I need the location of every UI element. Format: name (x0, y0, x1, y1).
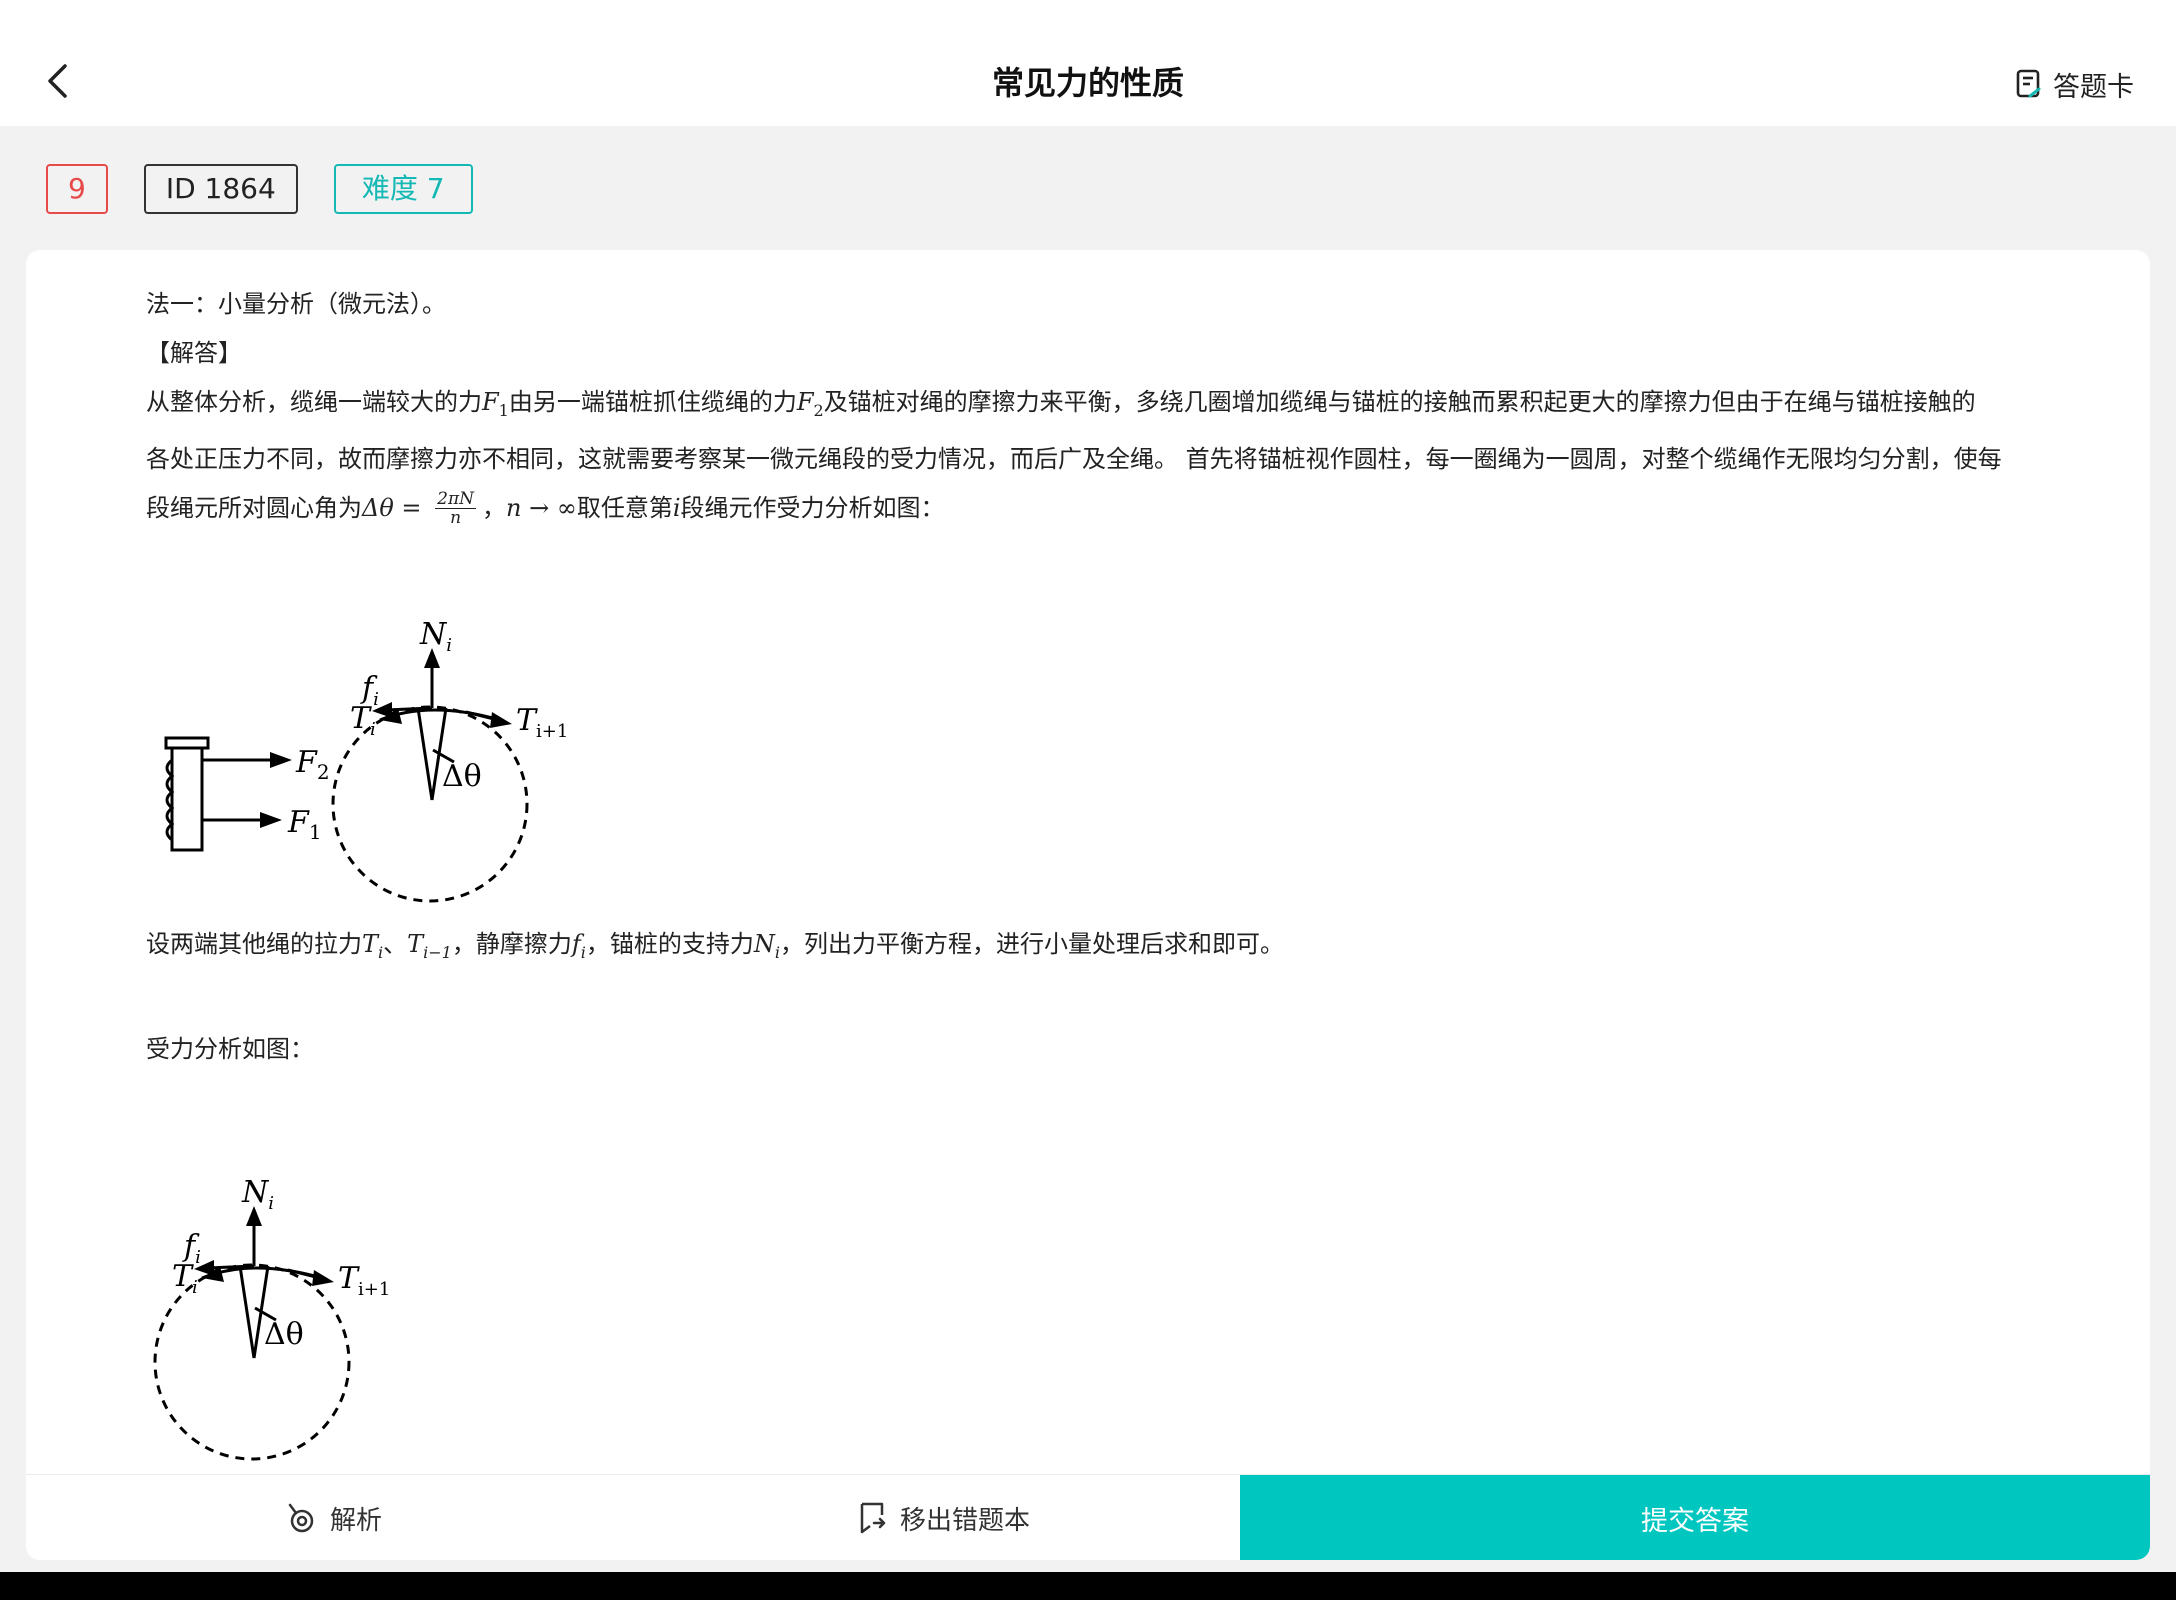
math-i: i (672, 493, 681, 522)
difficulty-badge: 难度 7 (333, 164, 473, 214)
system-nav-bar (0, 1572, 2176, 1600)
svg-text:Δθ: Δθ (442, 759, 482, 794)
anchor-cross-section (153, 1263, 351, 1461)
page-title: 常见力的性质 (991, 64, 1184, 102)
normal-force-arrow (246, 1206, 262, 1266)
paragraph-3: 段绳元所对圆心角为Δθ = 2πN n ，n → ∞取任意第i段绳元作受力分析如图： (146, 489, 945, 529)
lightbulb-hand-icon (288, 1503, 314, 1533)
analysis-button[interactable]: 解析 (284, 1475, 382, 1560)
math-F1: F1 (482, 388, 509, 420)
math-delta-theta: Δθ = (362, 493, 430, 522)
math-Ni: Ni (753, 930, 780, 962)
svg-text:Ni: Ni (419, 620, 452, 656)
math-Ti: Ti (362, 930, 384, 962)
svg-text:Ti+1: Ti+1 (516, 703, 568, 742)
F1-arrow (202, 812, 282, 828)
bookmark-remove-icon (860, 1502, 886, 1534)
question-id-badge: ID 1864 (143, 164, 298, 214)
svg-text:Ti+1: Ti+1 (338, 1261, 390, 1300)
svg-text:Δθ: Δθ (264, 1317, 304, 1352)
answer-heading: 【解答】 (146, 339, 242, 367)
method-title: 法一：小量分析（微元法）。 (146, 290, 446, 318)
solution-content: 法一：小量分析（微元法）。 【解答】 从整体分析，缆绳一端较大的力F1由另一端锚… (146, 280, 2066, 533)
svg-text:F2: F2 (295, 745, 330, 784)
paragraph-4: 设两端其他绳的拉力Ti、Ti−1，静摩擦力fi，锚桩的支持力Ni，列出力平衡方程… (146, 930, 1284, 962)
math-Ti-minus-1: Ti−1 (407, 930, 452, 962)
F2-arrow (202, 752, 292, 768)
answer-sheet-icon (2016, 69, 2041, 98)
math-fi: fi (571, 930, 586, 962)
bottom-action-bar: 解析 移出错题本 提交答案 (26, 1474, 2150, 1560)
force-diagram: Δθ Ni fi Ti Ti+1 (153, 1178, 390, 1461)
answer-card-button[interactable]: 答题卡 (2015, 64, 2134, 104)
submit-answer-button[interactable]: 提交答案 (1240, 1475, 2150, 1560)
solution-card: 法一：小量分析（微元法）。 【解答】 从整体分析，缆绳一端较大的力F1由另一端锚… (26, 250, 2150, 1560)
answer-card-label: 答题卡 (2053, 71, 2134, 103)
paragraph-2: 各处正压力不同，故而摩擦力亦不相同，这就需要考察某一微元绳段的受力情况，而后广及… (146, 444, 2002, 473)
math-n-limit: n → ∞ (506, 493, 577, 522)
anchor-post (164, 736, 210, 852)
solution-content-lower: 设两端其他绳的拉力Ti、Ti−1，静摩擦力fi，锚桩的支持力Ni，列出力平衡方程… (146, 920, 2066, 1074)
remove-label: 移出错题本 (900, 1505, 1031, 1536)
svg-text:Ti: Ti (172, 1259, 198, 1298)
paragraph-1: 从整体分析，缆绳一端较大的力F1由另一端锚桩抓住缆绳的力F2及锚桩对绳的摩擦力来… (146, 388, 1976, 420)
math-fraction: 2πN n (435, 489, 477, 529)
svg-text:F1: F1 (287, 805, 322, 844)
force-diagram-with-anchor: F2 F1 Δθ Ni fi Ti Ti+1 (164, 620, 568, 903)
anchor-cross-section (331, 705, 529, 903)
analysis-label: 解析 (330, 1505, 383, 1536)
top-header: 常见力的性质 答题卡 (0, 0, 2176, 126)
question-number-badge: 9 (46, 164, 108, 214)
normal-force-arrow (424, 648, 440, 708)
svg-text:Ti: Ti (350, 701, 376, 740)
svg-text:Ni: Ni (241, 1178, 274, 1214)
question-tags: 9 ID 1864 难度 7 (46, 164, 473, 214)
math-F2: F2 (796, 388, 824, 420)
remove-from-wrongbook-button[interactable]: 移出错题本 (858, 1475, 1030, 1560)
paragraph-5: 受力分析如图： (146, 1034, 314, 1063)
